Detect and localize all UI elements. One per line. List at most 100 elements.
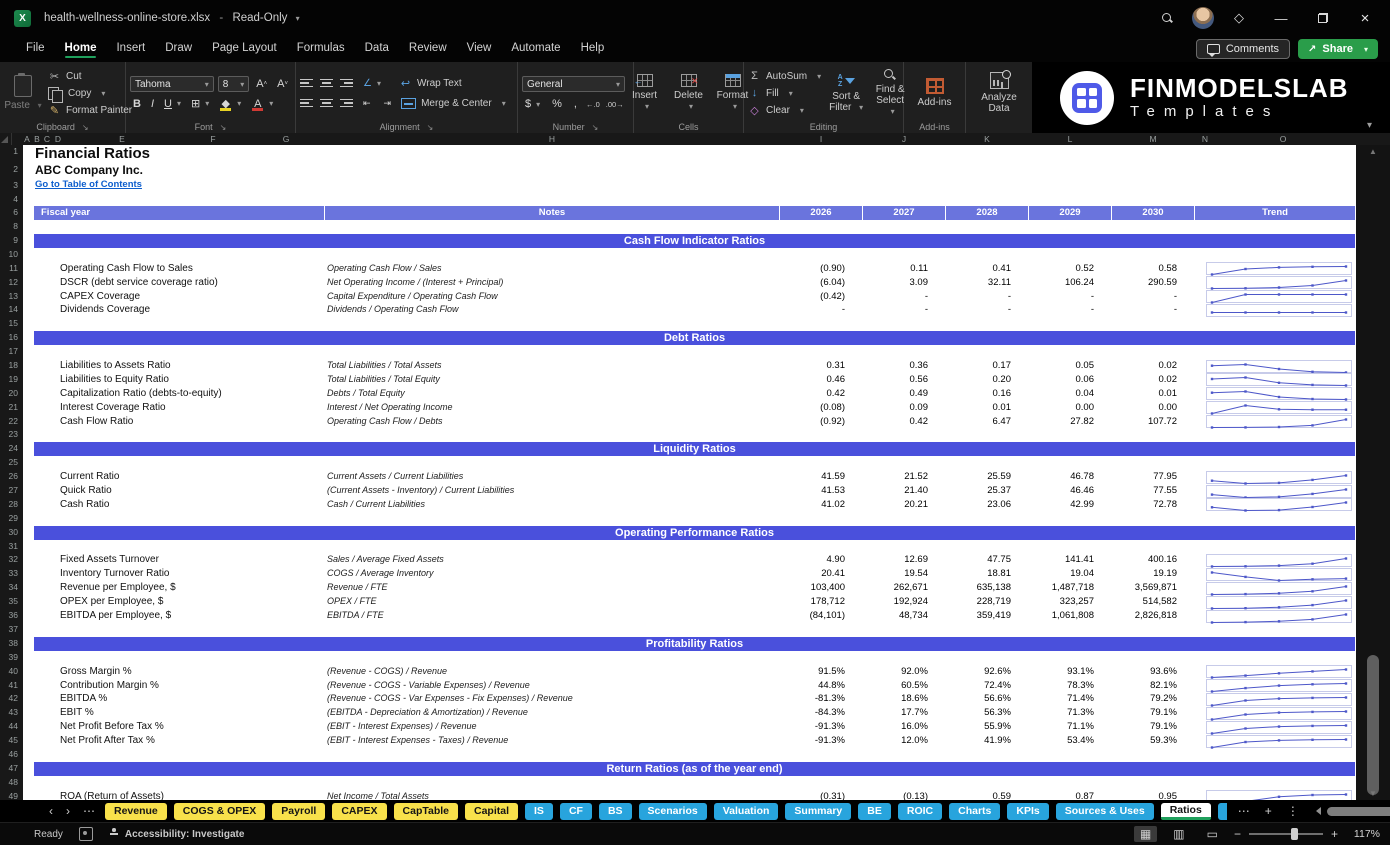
sheet-tab-bs[interactable]: BS <box>599 803 632 820</box>
ratio-note-cell[interactable]: (Revenue - COGS - Var Expenses - Fix Exp… <box>325 692 780 706</box>
ratio-value-cell[interactable]: 79.1% <box>1112 720 1195 734</box>
section-header[interactable]: Debt Ratios <box>34 331 1355 345</box>
ratio-name-cell[interactable]: DSCR (debt service coverage ratio) <box>23 276 325 290</box>
designer-button[interactable]: ◇ <box>1222 5 1256 31</box>
ratio-value-cell[interactable]: 0.87 <box>1029 790 1112 800</box>
section-header[interactable]: Return Ratios (as of the year end) <box>34 762 1355 776</box>
minimize-button[interactable]: — <box>1264 5 1298 31</box>
ratio-note-cell[interactable]: Total Liabilities / Total Equity <box>325 373 780 387</box>
ratio-value-cell[interactable]: - <box>863 303 946 317</box>
ratio-value-cell[interactable]: 0.02 <box>1112 359 1195 373</box>
row-number[interactable]: 33 <box>0 567 23 581</box>
tabs-scroll-left-button[interactable]: ‹ <box>46 802 56 820</box>
ratio-value-cell[interactable]: 0.09 <box>863 401 946 415</box>
ratio-value-cell[interactable]: 359,419 <box>946 609 1029 623</box>
row-number[interactable]: 43 <box>0 706 23 720</box>
ratio-value-cell[interactable]: 25.37 <box>946 484 1029 498</box>
ratio-value-cell[interactable]: 0.20 <box>946 373 1029 387</box>
accounting-format-button[interactable]: $▾ <box>522 98 543 110</box>
trend-cell[interactable] <box>1195 262 1356 276</box>
column-letter[interactable]: N <box>1202 133 1208 145</box>
ratio-value-cell[interactable]: 0.02 <box>1112 373 1195 387</box>
row-number[interactable]: 6 <box>0 206 23 220</box>
ratio-value-cell[interactable]: 72.78 <box>1112 498 1195 512</box>
horizontal-scrollbar-rail[interactable] <box>1325 807 1390 816</box>
horizontal-scrollbar-thumb[interactable] <box>1327 807 1390 816</box>
row-number[interactable]: 39 <box>0 651 23 665</box>
scroll-up-icon[interactable]: ▲ <box>1356 147 1390 156</box>
ratio-name-cell[interactable]: Cash Flow Ratio <box>23 415 325 429</box>
font-size-select[interactable]: 8▾ <box>218 76 250 92</box>
section-header[interactable]: Profitability Ratios <box>34 637 1355 651</box>
sheet-tab-payroll[interactable]: Payroll <box>272 803 325 820</box>
column-letter[interactable]: F <box>210 133 215 145</box>
ratio-value-cell[interactable]: 262,671 <box>863 581 946 595</box>
ratio-value-cell[interactable]: 21.52 <box>863 470 946 484</box>
year-header[interactable]: 2028 <box>946 206 1029 220</box>
trend-cell[interactable] <box>1195 290 1356 304</box>
column-letter[interactable]: L <box>1068 133 1073 145</box>
ratio-value-cell[interactable]: 27.82 <box>1029 415 1112 429</box>
ratio-value-cell[interactable]: 228,719 <box>946 595 1029 609</box>
trend-cell[interactable] <box>1195 665 1356 679</box>
ratio-value-cell[interactable]: 1,487,718 <box>1029 581 1112 595</box>
search-button[interactable] <box>1150 5 1184 31</box>
ratio-value-cell[interactable]: 20.21 <box>863 498 946 512</box>
ratio-name-cell[interactable]: Net Profit After Tax % <box>23 734 325 748</box>
ratio-value-cell[interactable]: 82.1% <box>1112 679 1195 693</box>
ratio-value-cell[interactable]: - <box>1112 303 1195 317</box>
ratio-value-cell[interactable]: 79.2% <box>1112 692 1195 706</box>
insert-cells-button[interactable]: ← Insert▾ <box>626 67 664 119</box>
align-top-button[interactable] <box>300 79 313 88</box>
column-letter[interactable]: O <box>1280 133 1287 145</box>
ratio-value-cell[interactable]: (0.31) <box>780 790 863 800</box>
sheet-tab-charts[interactable]: Charts <box>949 803 1000 820</box>
addins-button[interactable]: Add-ins <box>916 67 954 119</box>
ratio-value-cell[interactable]: 106.24 <box>1029 276 1112 290</box>
ratio-value-cell[interactable]: 44.8% <box>780 679 863 693</box>
ratio-value-cell[interactable]: 2,826,818 <box>1112 609 1195 623</box>
ratio-name-cell[interactable]: Fixed Assets Turnover <box>23 553 325 567</box>
ratio-value-cell[interactable]: - <box>1112 290 1195 304</box>
vertical-scrollbar-thumb[interactable] <box>1367 655 1379 795</box>
sheet-tab-be[interactable]: BE <box>858 803 891 820</box>
menu-item-view[interactable]: View <box>457 39 502 60</box>
ratio-name-cell[interactable]: Liabilities to Assets Ratio <box>23 359 325 373</box>
tabs-more-button[interactable]: ⋯ <box>80 802 98 820</box>
row-number[interactable]: 48 <box>0 776 23 790</box>
ratio-name-cell[interactable]: Gross Margin % <box>23 665 325 679</box>
trend-cell[interactable] <box>1195 276 1356 290</box>
sheet-tab-roic[interactable]: ROIC <box>898 803 942 820</box>
account-avatar[interactable] <box>1192 7 1214 29</box>
ratio-name-cell[interactable]: Interest Coverage Ratio <box>23 401 325 415</box>
increase-font-button[interactable]: A˄ <box>253 78 270 90</box>
italic-button[interactable]: I <box>148 98 157 110</box>
ratio-note-cell[interactable]: OPEX / FTE <box>325 595 780 609</box>
row-number[interactable]: 28 <box>0 498 23 512</box>
column-letter[interactable]: G <box>283 133 290 145</box>
ratio-value-cell[interactable]: 12.69 <box>863 553 946 567</box>
borders-button[interactable]: ⊞▾ <box>188 97 212 110</box>
ratio-value-cell[interactable]: 19.54 <box>863 567 946 581</box>
ratio-value-cell[interactable]: 0.06 <box>1029 373 1112 387</box>
trend-cell[interactable] <box>1195 401 1356 415</box>
sheet-tab-cf[interactable]: CF <box>560 803 592 820</box>
scroll-down-icon[interactable]: ▼ <box>1356 789 1390 798</box>
sheet-tab-capital[interactable]: Capital <box>465 803 518 820</box>
year-header[interactable]: 2026 <box>780 206 863 220</box>
decrease-decimal-button[interactable]: .00→ <box>606 100 624 109</box>
ratio-value-cell[interactable]: 0.04 <box>1029 387 1112 401</box>
ratio-value-cell[interactable]: 23.06 <box>946 498 1029 512</box>
ratio-value-cell[interactable]: 178,712 <box>780 595 863 609</box>
ratio-name-cell[interactable]: OPEX per Employee, $ <box>23 595 325 609</box>
ratio-name-cell[interactable]: Operating Cash Flow to Sales <box>23 262 325 276</box>
ratio-value-cell[interactable]: 0.41 <box>946 262 1029 276</box>
partial-sheet-tab[interactable] <box>1218 803 1227 820</box>
row-number[interactable]: 30 <box>0 526 23 540</box>
ratio-value-cell[interactable]: 19.04 <box>1029 567 1112 581</box>
ratio-value-cell[interactable]: (84,101) <box>780 609 863 623</box>
increase-indent-button[interactable]: ⇥ <box>381 98 395 109</box>
zoom-slider[interactable] <box>1249 833 1323 835</box>
trend-cell[interactable] <box>1195 734 1356 748</box>
ratio-value-cell[interactable]: (0.08) <box>780 401 863 415</box>
